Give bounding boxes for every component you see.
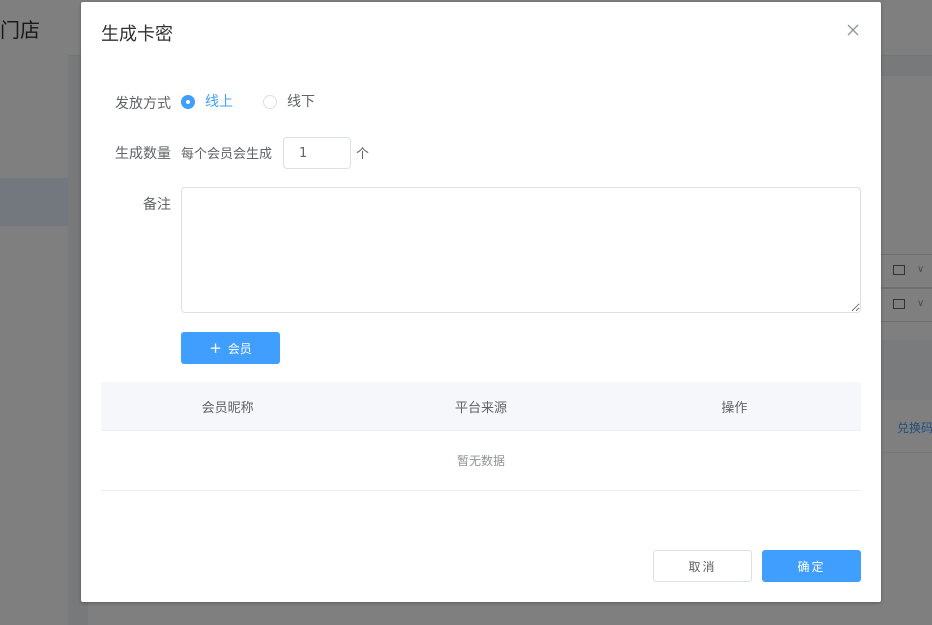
radio-offline[interactable]: 线下 <box>263 93 315 111</box>
column-header-platform: 平台来源 <box>454 400 507 416</box>
radio-online-label[interactable]: 线上 <box>205 93 233 111</box>
table-header: 会员昵称 平台来源 操作 <box>101 382 861 431</box>
member-table: 会员昵称 平台来源 操作 暂无数据 <box>101 382 861 491</box>
note-textarea[interactable] <box>181 187 861 313</box>
radio-online[interactable]: 线上 <box>181 93 233 111</box>
quantity-suffix: 个 <box>356 147 370 162</box>
dialog-title: 生成卡密 <box>101 24 173 45</box>
plus-icon: + <box>209 338 222 357</box>
close-icon[interactable] <box>843 20 863 40</box>
add-member-label: 会员 <box>227 341 252 356</box>
confirm-button[interactable]: 确定 <box>762 550 861 582</box>
issue-method-label: 发放方式 <box>115 96 171 112</box>
cancel-button[interactable]: 取消 <box>653 550 752 582</box>
quantity-input[interactable] <box>283 137 351 169</box>
radio-checked-icon[interactable] <box>181 95 195 109</box>
column-header-actions: 操作 <box>721 400 748 416</box>
add-member-button[interactable]: + 会员 <box>181 332 280 364</box>
generate-card-dialog: 生成卡密 发放方式 线上 线下 生成数量 每个会员会生成 个 备注 + 会员 会… <box>81 2 881 602</box>
radio-unchecked-icon[interactable] <box>263 95 277 109</box>
quantity-label: 生成数量 <box>115 146 171 162</box>
column-header-nickname: 会员昵称 <box>201 400 254 416</box>
radio-offline-label[interactable]: 线下 <box>287 93 315 111</box>
note-label: 备注 <box>143 197 171 213</box>
quantity-prefix: 每个会员会生成 <box>181 147 273 162</box>
table-empty-text: 暂无数据 <box>101 431 861 491</box>
